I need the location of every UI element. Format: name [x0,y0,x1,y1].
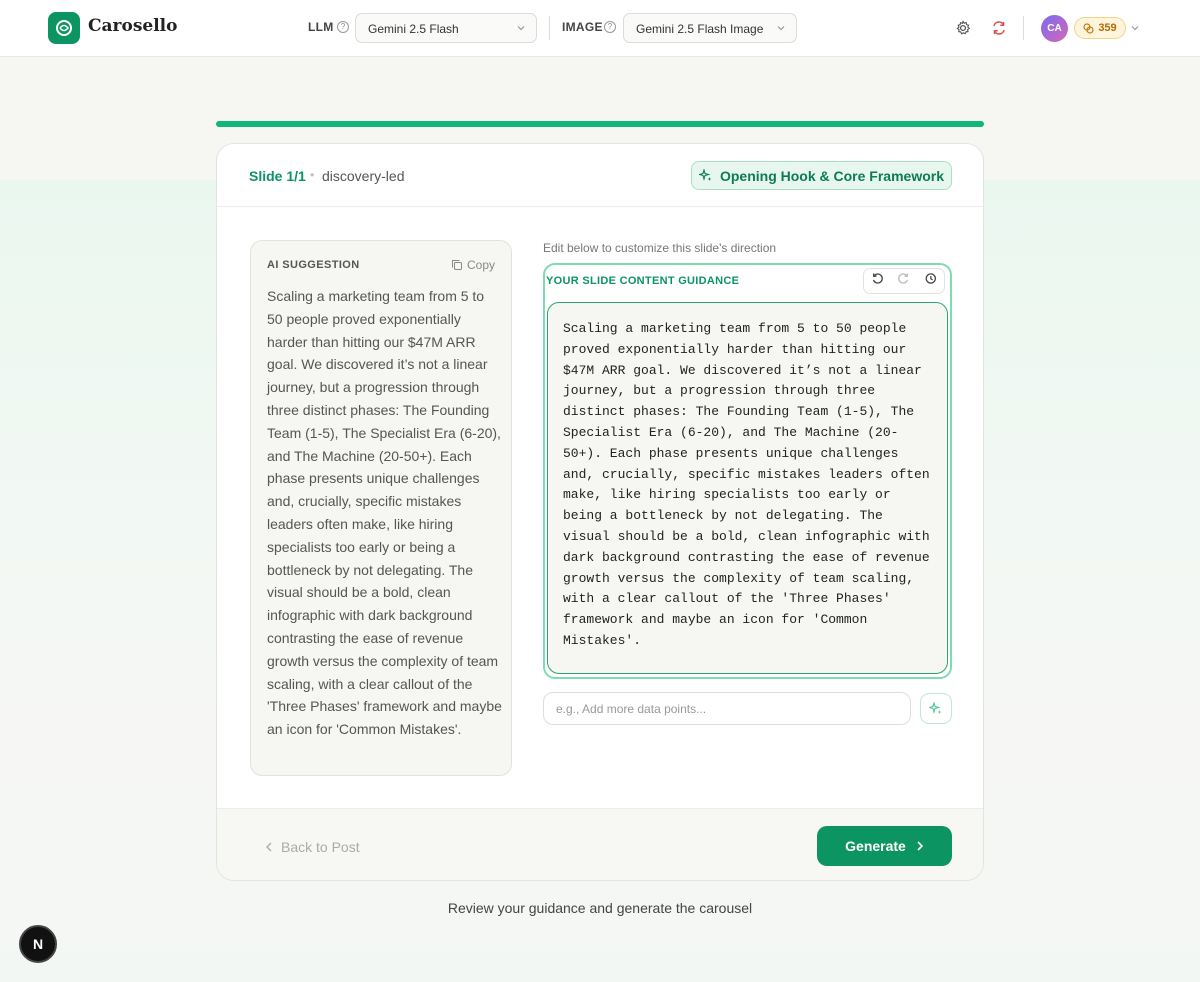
history-icon[interactable] [924,272,937,290]
footer-note: Review your guidance and generate the ca… [447,900,753,916]
edit-hint: Edit below to customize this slide's dir… [543,241,777,255]
divider [549,16,550,40]
chevron-left-icon [266,842,272,852]
divider [1023,16,1024,40]
slide-kind: discovery-led [322,168,405,184]
section-badge-label: Opening Hook & Core Framework [719,167,945,184]
chevron-down-icon[interactable] [1128,18,1142,38]
progress-bar [216,121,984,127]
llm-select[interactable]: Gemini 2.5 Flash [355,13,537,43]
sparkle-icon [698,168,712,181]
back-to-post-link[interactable]: Back to Post [265,839,360,855]
ai-suggestion-title: AI SUGGESTION [267,259,360,271]
image-select[interactable]: Gemini 2.5 Flash Image [623,13,797,43]
separator-dot: • [310,168,315,182]
ai-suggestion-panel: AI SUGGESTION Copy Scaling a marketing t… [250,240,512,776]
refresh-icon[interactable] [989,18,1009,38]
gear-icon[interactable] [953,18,973,38]
section-badge: Opening Hook & Core Framework [691,161,952,190]
llm-help-icon[interactable]: ? [337,21,349,33]
card-footer: Back to Post Generate [217,808,983,880]
guidance-title: YOUR SLIDE CONTENT GUIDANCE [546,275,740,287]
credits-count: 359 [1098,22,1117,34]
copy-button[interactable]: Copy [451,258,495,272]
sparkle-icon [929,701,942,714]
chevron-down-icon [517,26,525,31]
brand-name[interactable]: Carosello [88,16,177,36]
image-label: IMAGE [562,20,603,34]
more-guidance-input[interactable]: e.g., Add more data points... [543,692,911,725]
chevron-right-icon [917,841,923,851]
chevron-down-icon [777,26,785,31]
redo-icon[interactable] [897,272,910,290]
undo-icon[interactable] [871,272,884,290]
copy-icon [451,260,462,270]
card-header: Slide 1/1 • discovery-led Opening Hook &… [217,144,983,207]
image-help-icon[interactable]: ? [604,21,616,33]
ai-suggestion-text: Scaling a marketing team from 5 to 50 pe… [267,288,502,738]
guidance-textarea[interactable]: Scaling a marketing team from 5 to 50 pe… [547,302,948,674]
guidance-toolbar [863,268,945,294]
llm-select-value: Gemini 2.5 Flash [368,22,459,36]
slide-number: Slide 1/1 [249,168,306,184]
copy-label: Copy [466,258,495,272]
slide-card: Slide 1/1 • discovery-led Opening Hook &… [216,143,984,881]
generate-label: Generate [845,838,906,854]
progress-fill [216,121,984,127]
dev-tools-badge[interactable]: N [19,925,57,963]
ai-enhance-button[interactable] [920,693,952,724]
llm-label: LLM [308,20,334,34]
back-label: Back to Post [281,839,360,855]
generate-button[interactable]: Generate [817,826,952,866]
avatar[interactable]: CA [1041,15,1068,42]
coins-icon [1083,22,1094,34]
logo-icon[interactable] [48,12,80,44]
guidance-box: YOUR SLIDE CONTENT GUIDANCE Scaling a ma… [543,263,952,679]
image-select-value: Gemini 2.5 Flash Image [636,22,764,36]
credits-badge[interactable]: 359 [1074,17,1126,39]
top-bar: Carosello LLM ? Gemini 2.5 Flash IMAGE ?… [0,0,1200,57]
